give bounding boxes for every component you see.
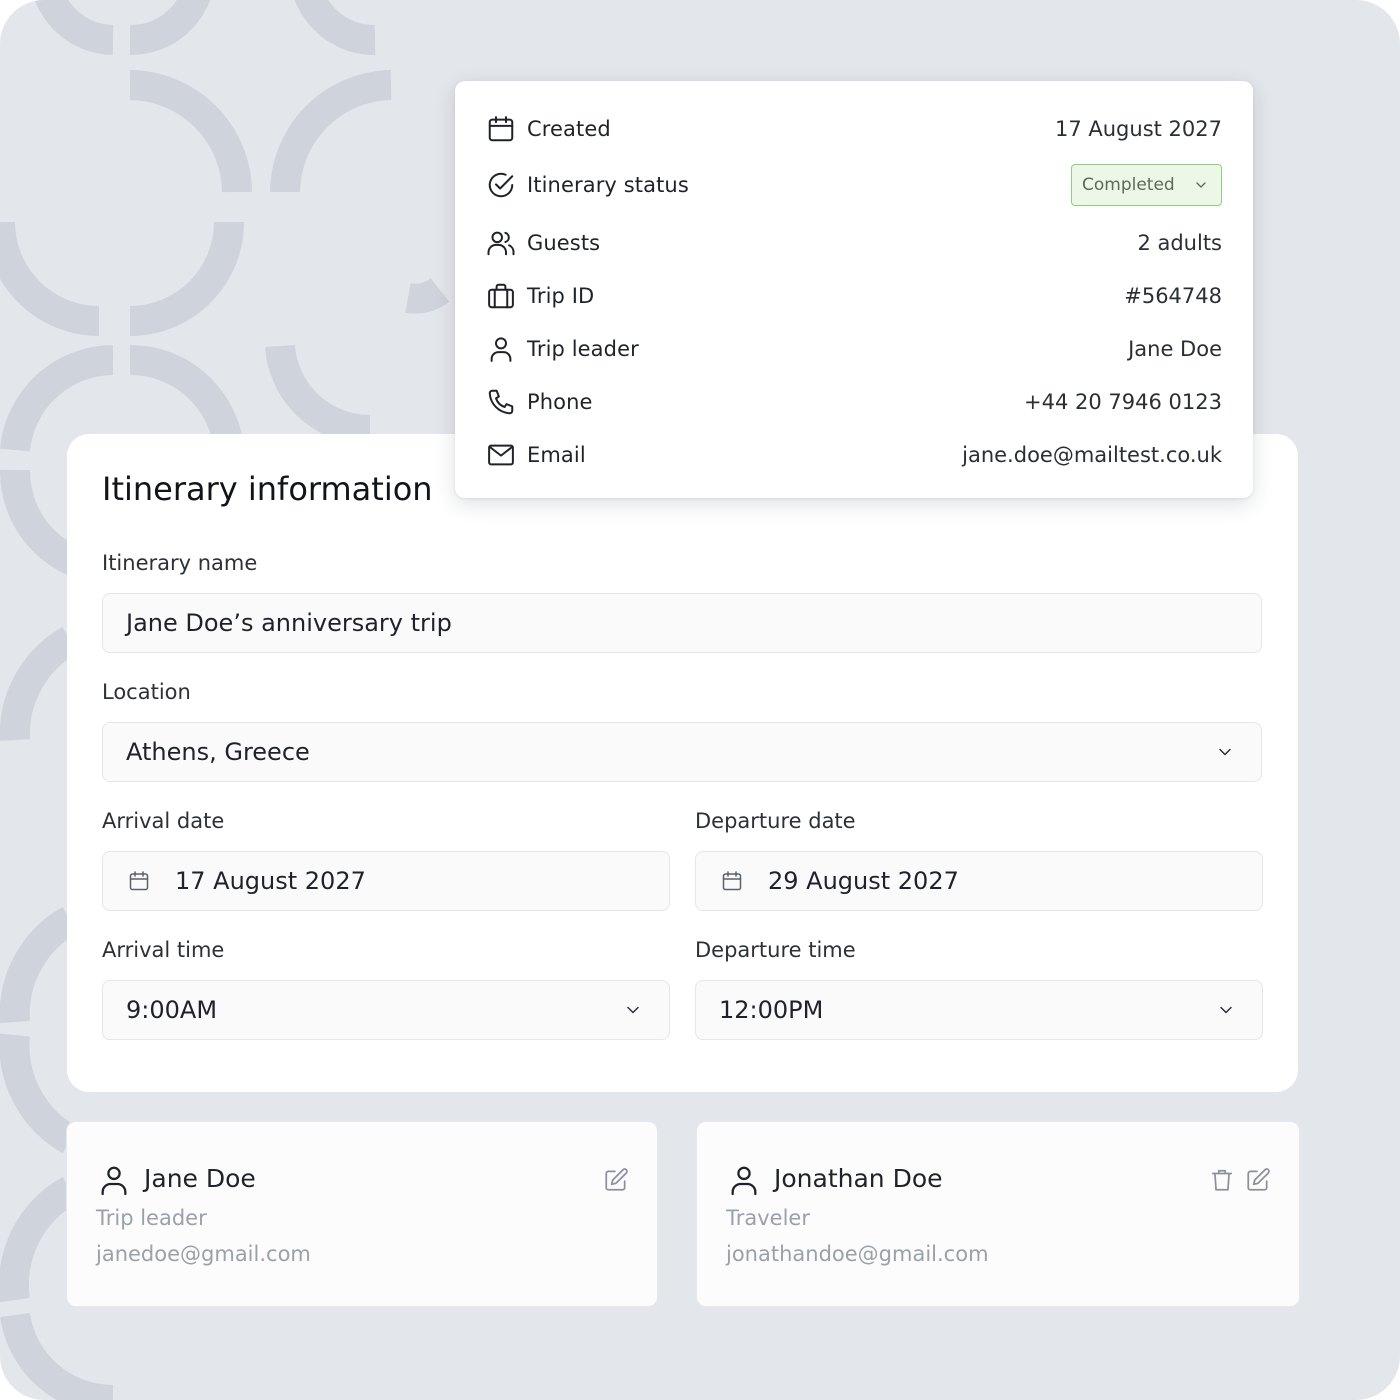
summary-row-created: Created 17 August 2027 xyxy=(486,109,1222,149)
location-select[interactable]: Athens, Greece xyxy=(102,722,1262,782)
phone-icon xyxy=(486,386,518,418)
itinerary-summary-popover: Created 17 August 2027 Itinerary status … xyxy=(455,81,1253,498)
edit-icon[interactable] xyxy=(1245,1167,1271,1193)
page-background: Created 17 August 2027 Itinerary status … xyxy=(0,0,1400,1400)
calendar-icon xyxy=(129,871,149,891)
email-value: jane.doe@mailtest.co.uk xyxy=(962,443,1222,467)
summary-label: Created xyxy=(527,117,611,141)
luggage-icon xyxy=(486,280,518,312)
arrival-time-value: 9:00AM xyxy=(126,996,218,1024)
user-icon xyxy=(101,1166,127,1196)
arrival-date-label: Arrival date xyxy=(102,809,225,833)
summary-label: Phone xyxy=(527,390,593,414)
arrival-time-select[interactable]: 9:00AM xyxy=(102,980,670,1040)
summary-row-guests: Guests 2 adults xyxy=(486,223,1222,263)
departure-time-value: 12:00PM xyxy=(719,996,824,1024)
person-role: Traveler xyxy=(726,1206,810,1230)
departure-time-select[interactable]: 12:00PM xyxy=(695,980,1263,1040)
itinerary-name-label: Itinerary name xyxy=(102,551,258,575)
departure-date-input[interactable]: 29 August 2027 xyxy=(695,851,1263,911)
arrival-date-value: 17 August 2027 xyxy=(175,867,366,895)
card-title: Itinerary information xyxy=(102,470,433,508)
summary-row-trip-id: Trip ID #564748 xyxy=(486,276,1222,316)
trip-id-value: #564748 xyxy=(1124,284,1222,308)
location-label: Location xyxy=(102,680,191,704)
chevron-down-icon xyxy=(1219,748,1231,756)
check-circle-icon xyxy=(486,169,518,201)
person-card-traveler: Jonathan Doe Traveler jonathandoe@gmail.… xyxy=(696,1121,1300,1307)
itinerary-name-value: Jane Doe’s anniversary trip xyxy=(126,609,452,637)
chevron-down-icon xyxy=(1220,1006,1232,1014)
summary-label: Itinerary status xyxy=(527,173,689,197)
itinerary-status-select[interactable]: Completed xyxy=(1071,164,1222,206)
edit-icon[interactable] xyxy=(603,1167,629,1193)
summary-label: Guests xyxy=(527,231,601,255)
person-email: janedoe@gmail.com xyxy=(96,1242,311,1266)
summary-label: Email xyxy=(527,443,586,467)
itinerary-information-card: Itinerary information Itinerary name Jan… xyxy=(67,434,1298,1092)
summary-row-phone: Phone +44 20 7946 0123 xyxy=(486,382,1222,422)
user-icon xyxy=(731,1166,757,1196)
person-email: jonathandoe@gmail.com xyxy=(726,1242,989,1266)
phone-value: +44 20 7946 0123 xyxy=(1024,390,1222,414)
departure-date-value: 29 August 2027 xyxy=(768,867,959,895)
created-date-value: 17 August 2027 xyxy=(1054,117,1222,141)
trash-icon[interactable] xyxy=(1209,1167,1235,1193)
person-name: Jonathan Doe xyxy=(774,1164,943,1193)
arrival-date-input[interactable]: 17 August 2027 xyxy=(102,851,670,911)
summary-label: Trip ID xyxy=(527,284,595,308)
users-icon xyxy=(486,227,518,259)
person-card-trip-leader: Jane Doe Trip leader janedoe@gmail.com xyxy=(66,1121,658,1307)
calendar-icon xyxy=(722,871,742,891)
summary-row-email: Email jane.doe@mailtest.co.uk xyxy=(486,435,1222,475)
person-role: Trip leader xyxy=(96,1206,207,1230)
person-name: Jane Doe xyxy=(144,1164,256,1193)
summary-row-status: Itinerary status Completed xyxy=(486,164,1222,206)
departure-date-label: Departure date xyxy=(695,809,856,833)
arrival-time-label: Arrival time xyxy=(102,938,225,962)
user-icon xyxy=(486,333,518,365)
departure-time-label: Departure time xyxy=(695,938,856,962)
status-selected-value: Completed xyxy=(1082,175,1175,195)
mail-icon xyxy=(486,439,518,471)
chevron-down-icon xyxy=(1196,182,1206,188)
guests-value: 2 adults xyxy=(1137,231,1222,255)
chevron-down-icon xyxy=(627,1006,639,1014)
itinerary-name-input[interactable]: Jane Doe’s anniversary trip xyxy=(102,593,1262,653)
location-value: Athens, Greece xyxy=(126,738,310,766)
trip-leader-value: Jane Doe xyxy=(1128,337,1222,361)
calendar-icon xyxy=(486,113,518,145)
summary-row-trip-leader: Trip leader Jane Doe xyxy=(486,329,1222,369)
summary-label: Trip leader xyxy=(527,337,639,361)
